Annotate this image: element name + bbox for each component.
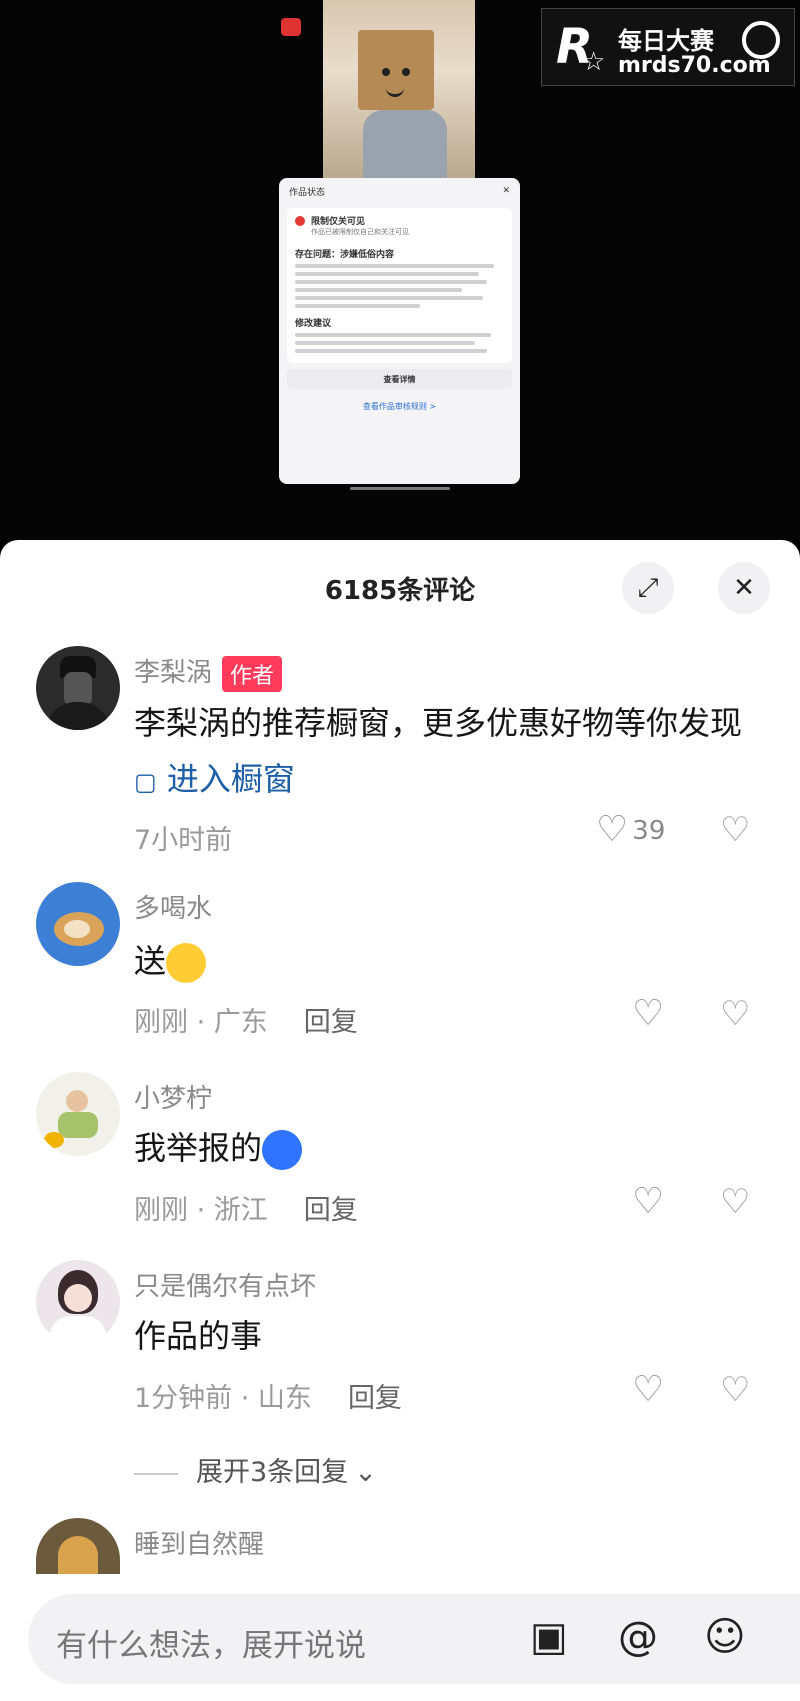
mention-icon[interactable]: @: [618, 1614, 658, 1660]
reply-button[interactable]: 回复: [304, 1195, 358, 1226]
like-button[interactable]: ♡: [632, 1372, 664, 1408]
comment-input[interactable]: 有什么想法，展开说说: [56, 1620, 366, 1665]
like-button[interactable]: ♡ 39: [596, 812, 665, 849]
comment-text: 我举报的: [134, 1120, 754, 1176]
shop-icon: ▢: [134, 768, 157, 796]
emoji-icon[interactable]: ☺: [704, 1614, 746, 1660]
image-icon[interactable]: ▣: [530, 1614, 568, 1660]
comment-count-title: 6185条评论: [324, 576, 476, 606]
heart-icon: ♡: [632, 1369, 665, 1410]
reply-button[interactable]: 回复: [348, 1383, 402, 1414]
reply-button[interactable]: 回复: [304, 1007, 358, 1038]
comment-meta: 刚刚 · 广东 回复: [134, 1007, 358, 1038]
view-details-button[interactable]: 查看详情: [287, 369, 512, 389]
like-count: 39: [632, 816, 666, 846]
comment-author[interactable]: 多喝水: [134, 888, 212, 925]
comment-author[interactable]: 只是偶尔有点坏: [134, 1266, 316, 1303]
dislike-button[interactable]: ♡: [720, 1182, 750, 1222]
dislike-button[interactable]: ♡: [720, 810, 750, 850]
work-status-card: 作品状态 ✕ 限制仅关可见 作品已被限制仅自己和关注可见 存在问题：涉嫌低俗内容…: [279, 178, 520, 484]
video-thumbnail: [323, 0, 475, 178]
comment-time: 7小时前: [134, 825, 233, 856]
heart-icon: ♡: [632, 993, 665, 1034]
dislike-button[interactable]: ♡: [720, 994, 750, 1034]
author-badge: 作者: [222, 655, 283, 692]
close-icon[interactable]: ✕: [502, 186, 510, 196]
warning-icon: [295, 216, 305, 226]
home-indicator: [350, 487, 450, 490]
comment-author[interactable]: 小梦柠: [134, 1078, 212, 1115]
facepalm-emoji-icon: [262, 1130, 303, 1170]
chevron-down-icon: ⌄: [354, 1457, 377, 1488]
broken-heart-icon: ♡: [720, 810, 751, 850]
comment-author[interactable]: 李梨涡 作者: [134, 652, 283, 692]
avatar[interactable]: [36, 1072, 120, 1156]
person-torso: [363, 110, 447, 178]
like-button[interactable]: ♡: [632, 1184, 664, 1220]
record-icon: [281, 18, 301, 36]
broken-heart-icon: ♡: [720, 994, 751, 1034]
comment-author[interactable]: 睡到自然醒: [134, 1524, 264, 1561]
shop-window-link[interactable]: ▢ 进入橱窗: [134, 760, 295, 798]
comment-text: 送: [134, 933, 754, 989]
status-card-title: 作品状态: [289, 187, 326, 198]
comment-text: 李梨涡的推荐橱窗，更多优惠好物等你发现 ▢ 进入橱窗: [134, 704, 743, 798]
wink-emoji-icon: [166, 943, 207, 983]
watermark: R ☆ 每日大赛 mrds70.com: [541, 8, 795, 86]
avatar[interactable]: [36, 646, 120, 730]
video-area[interactable]: R ☆ 每日大赛 mrds70.com 作品状态 ✕ 限制仅关可见 作品已被限制…: [0, 0, 800, 540]
comment-text: 作品的事: [134, 1317, 263, 1355]
broken-heart-icon: ♡: [720, 1370, 751, 1410]
comment-meta: 刚刚 · 浙江 回复: [134, 1195, 358, 1226]
broken-heart-icon: ♡: [720, 1182, 751, 1222]
audit-rules-link[interactable]: 查看作品审核规则 >: [279, 401, 520, 412]
like-button[interactable]: ♡: [632, 996, 664, 1032]
expand-icon[interactable]: ⤢: [622, 562, 674, 614]
expand-replies-button[interactable]: 展开3条回复 ⌄: [134, 1450, 377, 1489]
close-icon[interactable]: ✕: [718, 562, 770, 614]
comment-input-bar[interactable]: 有什么想法，展开说说 ▣ @ ☺: [28, 1594, 800, 1684]
avatar[interactable]: [36, 1260, 120, 1344]
comment-meta: 1分钟前 · 山东 回复: [134, 1383, 402, 1414]
heart-icon: ♡: [596, 809, 629, 850]
paper-bag-head: [358, 30, 434, 110]
heart-icon: ♡: [632, 1181, 665, 1222]
circle-icon: [742, 21, 780, 59]
dislike-button[interactable]: ♡: [720, 1370, 750, 1410]
star-icon: ☆: [582, 47, 606, 77]
avatar[interactable]: [36, 882, 120, 966]
